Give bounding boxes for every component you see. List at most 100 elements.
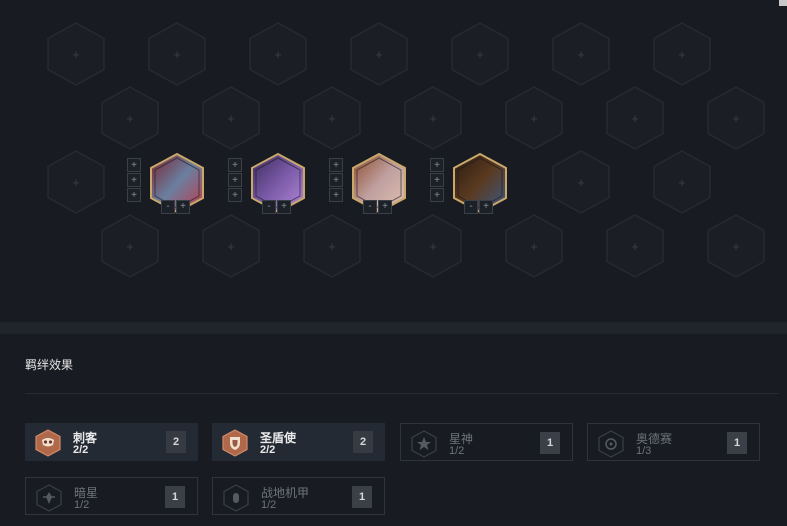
board-hex-empty[interactable]: +	[404, 214, 462, 278]
add-icon: +	[375, 46, 383, 62]
board-hex-empty[interactable]: +	[552, 150, 610, 214]
add-icon: +	[126, 238, 134, 254]
section-divider	[0, 322, 787, 334]
trait-card[interactable]: 暗星 1/2 1	[25, 477, 198, 515]
add-icon: +	[126, 110, 134, 126]
item-remove-button[interactable]: -	[262, 200, 276, 214]
synergy-title: 羁绊效果	[25, 358, 74, 372]
board-hex-empty[interactable]: +	[653, 150, 711, 214]
star-add-button[interactable]: +	[228, 188, 242, 202]
board-hex-empty[interactable]: +	[202, 86, 260, 150]
star-level-controls: + + +	[430, 158, 444, 202]
star-add-button[interactable]: +	[329, 158, 343, 172]
item-remove-button[interactable]: -	[464, 200, 478, 214]
trait-card[interactable]: 星神 1/2 1	[400, 423, 573, 461]
star-add-button[interactable]: +	[228, 173, 242, 187]
star-level-controls: + + +	[228, 158, 242, 202]
board-hex-empty[interactable]: +	[148, 22, 206, 86]
add-icon: +	[530, 238, 538, 254]
board-hex-empty[interactable]: +	[707, 214, 765, 278]
board-hex-empty[interactable]: +	[653, 22, 711, 86]
trait-count: 2/2	[73, 444, 89, 456]
add-icon: +	[577, 174, 585, 190]
add-icon: +	[631, 110, 639, 126]
add-icon: +	[429, 238, 437, 254]
board-hex-empty[interactable]: +	[451, 22, 509, 86]
board-hex-empty[interactable]: +	[606, 214, 664, 278]
add-icon: +	[678, 174, 686, 190]
add-icon: +	[227, 238, 235, 254]
board-hex-empty[interactable]: +	[350, 22, 408, 86]
trait-card[interactable]: 刺客 2/2 2	[25, 423, 198, 461]
item-add-button[interactable]: +	[378, 200, 392, 214]
star-add-button[interactable]: +	[430, 158, 444, 172]
add-icon: +	[328, 110, 336, 126]
item-controls: - +	[363, 200, 392, 214]
trait-card[interactable]: 奥德赛 1/3 1	[587, 423, 760, 461]
star-icon	[411, 430, 437, 458]
item-controls: - +	[161, 200, 190, 214]
star-add-button[interactable]: +	[127, 188, 141, 202]
item-remove-button[interactable]: -	[161, 200, 175, 214]
shield-icon	[222, 429, 248, 457]
board-hex-champion[interactable]: + + + - +	[127, 152, 207, 216]
trait-level-badge: 1	[165, 486, 185, 508]
board-hex-champion[interactable]: + + + - +	[430, 152, 510, 216]
add-icon: +	[678, 46, 686, 62]
star-add-button[interactable]: +	[329, 188, 343, 202]
add-icon: +	[631, 238, 639, 254]
board-hex-champion[interactable]: + + + - +	[228, 152, 308, 216]
item-add-button[interactable]: +	[479, 200, 493, 214]
star-add-button[interactable]: +	[430, 173, 444, 187]
star-level-controls: + + +	[329, 158, 343, 202]
trait-card[interactable]: 战地机甲 1/2 1	[212, 477, 385, 515]
board-hex-empty[interactable]: +	[249, 22, 307, 86]
item-remove-button[interactable]: -	[363, 200, 377, 214]
board-hex-empty[interactable]: +	[505, 86, 563, 150]
star-add-button[interactable]: +	[430, 188, 444, 202]
trait-count: 1/2	[449, 445, 465, 457]
trait-count: 2/2	[260, 444, 276, 456]
star-add-button[interactable]: +	[127, 173, 141, 187]
board-hex-empty[interactable]: +	[101, 214, 159, 278]
add-icon: +	[173, 46, 181, 62]
mech-icon	[223, 484, 249, 512]
trait-level-badge: 1	[540, 432, 560, 454]
dark-star-icon	[36, 484, 62, 512]
item-add-button[interactable]: +	[176, 200, 190, 214]
add-icon: +	[429, 110, 437, 126]
trait-level-badge: 1	[727, 432, 747, 454]
add-icon: +	[577, 46, 585, 62]
board-hex-empty[interactable]: +	[202, 214, 260, 278]
item-add-button[interactable]: +	[277, 200, 291, 214]
star-add-button[interactable]: +	[329, 173, 343, 187]
trait-count: 1/3	[636, 445, 652, 457]
board-hex-empty[interactable]: +	[404, 86, 462, 150]
board-hex-empty[interactable]: +	[303, 86, 361, 150]
add-icon: +	[227, 110, 235, 126]
add-icon: +	[732, 110, 740, 126]
star-add-button[interactable]: +	[228, 158, 242, 172]
star-add-button[interactable]: +	[127, 158, 141, 172]
board-hex-empty[interactable]: +	[47, 22, 105, 86]
add-icon: +	[732, 238, 740, 254]
trait-level-badge: 2	[166, 431, 186, 453]
board-hex-empty[interactable]: +	[47, 150, 105, 214]
star-level-controls: + + +	[127, 158, 141, 202]
board-hex-empty[interactable]: +	[303, 214, 361, 278]
board-hex-empty[interactable]: +	[552, 22, 610, 86]
board-hex-empty[interactable]: +	[101, 86, 159, 150]
mask-icon	[35, 429, 61, 457]
board-hex-empty[interactable]: +	[505, 214, 563, 278]
trait-level-badge: 1	[352, 486, 372, 508]
trait-count: 1/2	[74, 499, 90, 511]
trait-card[interactable]: 圣盾使 2/2 2	[212, 423, 385, 461]
compass-icon	[598, 430, 624, 458]
board-hex-champion[interactable]: + + + - +	[329, 152, 409, 216]
trait-level-badge: 2	[353, 431, 373, 453]
add-icon: +	[72, 174, 80, 190]
board-hex-empty[interactable]: +	[606, 86, 664, 150]
board-hex-empty[interactable]: +	[707, 86, 765, 150]
board: + + + + + + + + + + + + + + + + + + + + + + + + + + + - + + + + - + + + + - + +…	[0, 0, 787, 322]
window-corner	[779, 0, 787, 6]
